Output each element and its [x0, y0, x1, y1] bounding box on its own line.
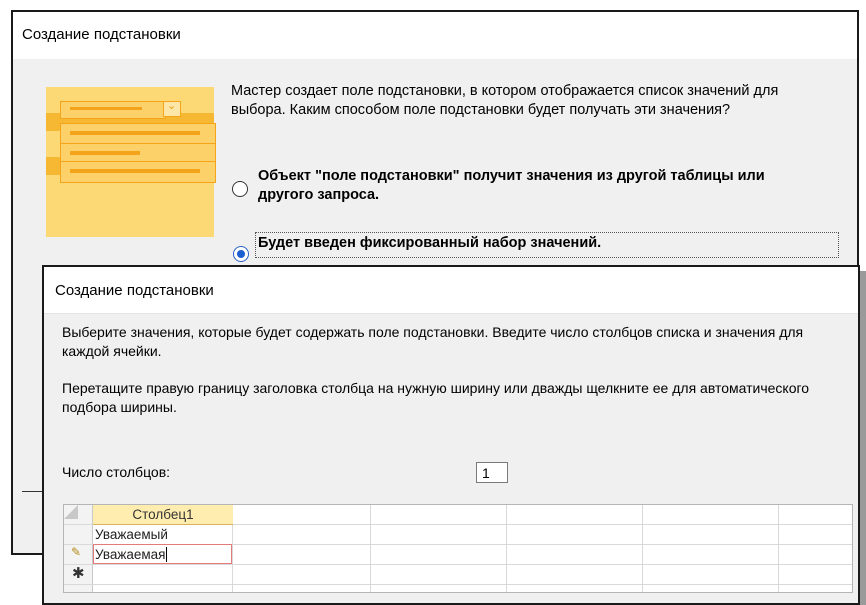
- option-fixed-radio[interactable]: [233, 246, 249, 262]
- column-header-1[interactable]: Столбец1: [93, 505, 233, 525]
- option-fixed-label[interactable]: Будет введен фиксированный набор значени…: [258, 234, 601, 253]
- asterisk-icon: ✱: [72, 565, 85, 582]
- grid-cell-row2[interactable]: Уважаемая: [95, 545, 167, 564]
- select-all-corner[interactable]: [64, 505, 78, 519]
- option-table-radio[interactable]: [232, 181, 248, 197]
- instruction-text-1: Выберите значения, которые будет содержа…: [62, 324, 804, 359]
- grid-cell-row1[interactable]: Уважаемый: [95, 525, 168, 544]
- title-bar: Создание подстановки: [13, 12, 857, 59]
- instruction-text-2: Перетащите правую границу заголовка стол…: [62, 380, 810, 415]
- lookup-illustration-icon: ⌄: [46, 87, 216, 237]
- pencil-icon: ✎: [71, 545, 82, 559]
- option-table-label[interactable]: Объект "поле подстановки" получит значен…: [258, 167, 818, 205]
- columns-count-label: Число столбцов:: [62, 464, 171, 480]
- grid-cell-new-row[interactable]: [95, 565, 225, 584]
- values-grid[interactable]: Столбец1 Уважаемый Уважаемая ✎ ✱: [63, 504, 853, 593]
- dialog-title: Создание подстановки: [55, 282, 214, 299]
- wizard-description: Мастер создает поле подстановки, в котор…: [231, 83, 779, 118]
- columns-count-input[interactable]: 1: [476, 462, 508, 483]
- lookup-wizard-step2-dialog: Создание подстановки Выберите значения, …: [42, 265, 860, 605]
- title-bar: Создание подстановки: [44, 267, 858, 314]
- dialog-title: Создание подстановки: [22, 26, 181, 43]
- separator-line: [22, 491, 44, 492]
